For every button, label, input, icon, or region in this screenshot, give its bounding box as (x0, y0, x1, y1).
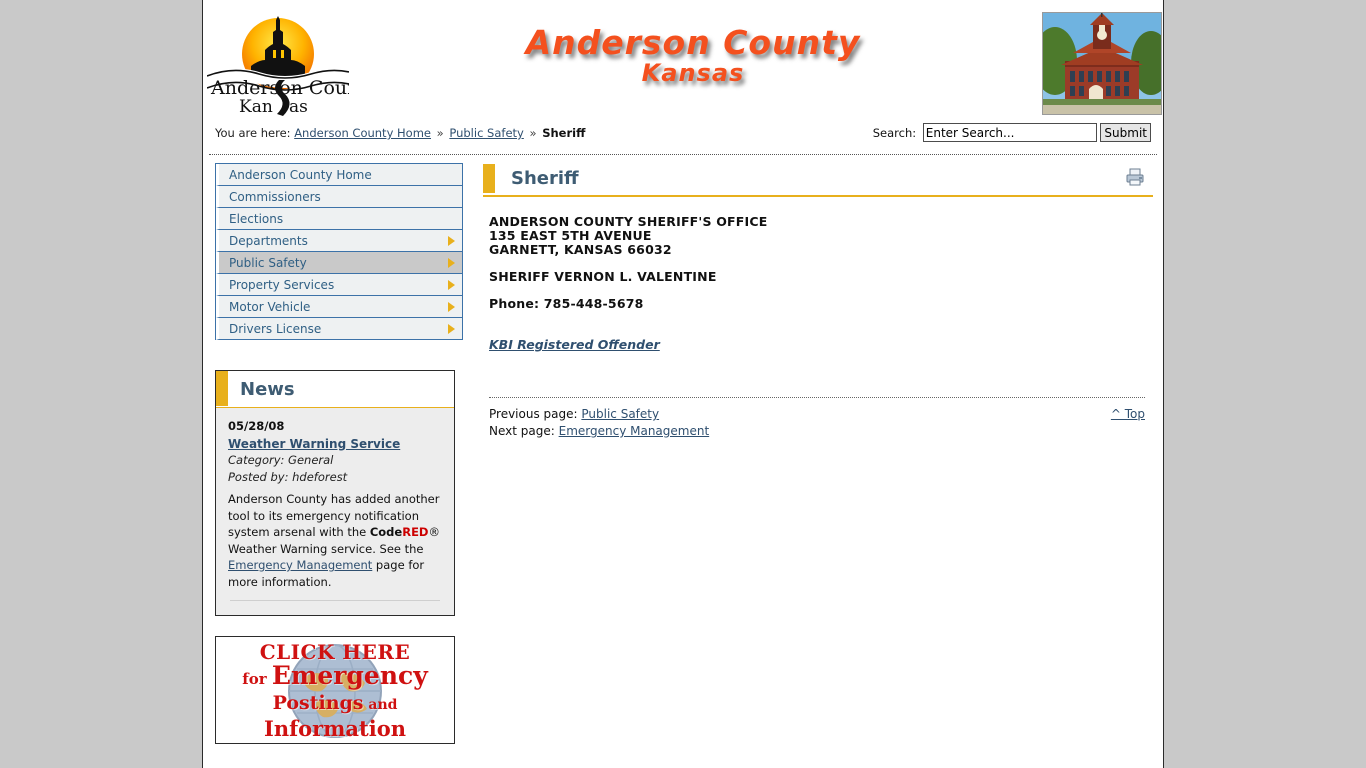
chevron-right-icon (448, 258, 455, 268)
emergency-line-3: Postings and (216, 692, 454, 717)
county-logo[interactable]: Anderson County Kan as (207, 10, 349, 118)
emergency-line-3-suffix: and (363, 697, 398, 713)
emergency-line-4: Information (264, 716, 406, 741)
search-label: Search: (872, 125, 917, 140)
breadcrumb: You are here: Anderson County Home » Pub… (215, 126, 585, 140)
news-headline-link[interactable]: Weather Warning Service (228, 436, 442, 453)
back-to-top-link[interactable]: ^ Top (1111, 406, 1145, 423)
breadcrumb-separator-2: » (529, 126, 537, 140)
news-date: 05/28/08 (228, 419, 285, 433)
page-header: Sheriff (483, 163, 1153, 197)
breadcrumb-item-home[interactable]: Anderson County Home (294, 126, 431, 140)
nav-label: Motor Vehicle (229, 300, 311, 314)
accent-block (216, 371, 228, 406)
news-divider (230, 600, 440, 611)
page-title: Sheriff (511, 168, 579, 189)
emergency-line-2-prefix: for (242, 670, 272, 688)
search-input[interactable] (922, 123, 1097, 142)
office-address: ANDERSON COUNTY SHERIFF'S OFFICE 135 EAS… (489, 215, 1143, 257)
news-panel-title: News (240, 379, 295, 400)
previous-page-label: Previous page: (489, 407, 578, 421)
emergency-line-2-main: Emergency (271, 661, 428, 690)
nav-label: Elections (229, 212, 284, 226)
chevron-right-icon (448, 236, 455, 246)
news-category: Category: General (228, 453, 334, 467)
news-body-text: Anderson County has added another tool t… (228, 491, 442, 590)
content-body: ANDERSON COUNTY SHERIFF'S OFFICE 135 EAS… (483, 197, 1153, 353)
previous-page-row: Previous page: Public Safety (489, 406, 1145, 423)
sidebar-item-drivers-license[interactable]: Drivers License (216, 318, 462, 340)
site-banner: Anderson County Kansas (503, 23, 883, 87)
sidebar-item-public-safety[interactable]: Public Safety (216, 252, 462, 274)
search-submit-button[interactable]: Submit (1100, 123, 1151, 142)
sidebar-item-commissioners[interactable]: Commissioners (216, 186, 462, 208)
sidebar-item-motor-vehicle[interactable]: Motor Vehicle (216, 296, 462, 318)
office-phone: Phone: 785-448-5678 (489, 296, 644, 311)
svg-text:Anderson County: Anderson County (210, 77, 349, 99)
office-name: ANDERSON COUNTY SHERIFF'S OFFICE (489, 214, 768, 229)
banner-line-2: Kansas (641, 59, 745, 87)
nav-label: Drivers License (229, 322, 322, 336)
printer-icon[interactable] (1125, 167, 1145, 187)
breadcrumb-separator-1: » (436, 126, 444, 140)
site-header: Anderson County Kan as Anderson County K… (203, 0, 1163, 120)
office-city: GARNETT, KANSAS 66032 (489, 242, 672, 257)
next-page-label: Next page: (489, 424, 555, 438)
nav-label: Public Safety (229, 256, 307, 270)
emergency-line-3-main: Postings (272, 692, 364, 714)
nav-label: Departments (229, 234, 308, 248)
news-panel-header: News (216, 371, 454, 408)
emergency-line-2: for Emergency (216, 663, 454, 692)
content-divider (489, 397, 1145, 398)
breadcrumb-bar: You are here: Anderson County Home » Pub… (209, 120, 1157, 155)
emergency-line-1: CLICK HERE (259, 640, 411, 664)
news-panel: News 05/28/08 Weather Warning Service Ca… (215, 370, 455, 616)
news-panel-body: 05/28/08 Weather Warning Service Categor… (216, 408, 454, 615)
nav-label: Anderson County Home (229, 168, 372, 182)
main-navigation: Anderson County Home Commissioners Elect… (215, 163, 463, 340)
news-posted-by: Posted by: hdeforest (228, 469, 348, 484)
left-column: Anderson County Home Commissioners Elect… (215, 163, 463, 744)
svg-text:Kan: Kan (239, 97, 273, 117)
codered-code: Code (369, 525, 403, 539)
sidebar-item-departments[interactable]: Departments (216, 230, 462, 252)
sidebar-item-elections[interactable]: Elections (216, 208, 462, 230)
next-page-link[interactable]: Emergency Management (559, 424, 710, 438)
sidebar-item-anderson-county-home[interactable]: Anderson County Home (216, 164, 462, 186)
codered-red: RED (402, 525, 429, 539)
news-inline-link-emergency-management[interactable]: Emergency Management (228, 558, 372, 572)
breadcrumb-prefix: You are here: (215, 126, 291, 140)
main-content: Sheriff ANDERSON COUNTY SHERIFF'S OFFICE… (483, 163, 1153, 440)
emergency-banner-text: CLICK HERE for Emergency Postings and In… (216, 637, 454, 743)
search-area: Search: Submit (873, 123, 1151, 142)
sidebar-item-property-services[interactable]: Property Services (216, 274, 462, 296)
registered-mark: ® (428, 525, 440, 539)
chevron-right-icon (448, 280, 455, 290)
office-street: 135 EAST 5TH AVENUE (489, 228, 652, 243)
sheriff-name: SHERIFF VERNON L. VALENTINE (489, 269, 717, 284)
page-container: Anderson County Kan as Anderson County K… (202, 0, 1164, 768)
svg-text:as: as (289, 97, 308, 117)
emergency-postings-banner[interactable]: CLICK HERE for Emergency Postings and In… (215, 636, 455, 744)
nav-label: Property Services (229, 278, 335, 292)
accent-block (483, 164, 495, 193)
kbi-registered-offender-link[interactable]: KBI Registered Offender (489, 337, 660, 352)
nav-label: Commissioners (229, 190, 321, 204)
breadcrumb-item-public-safety[interactable]: Public Safety (449, 126, 523, 140)
page-navigation: Previous page: Public Safety Next page: … (489, 406, 1145, 440)
banner-line-1: Anderson County (525, 23, 861, 62)
news-body-part-2: Weather Warning service. See the (228, 541, 424, 556)
chevron-right-icon (448, 302, 455, 312)
courthouse-photo (1042, 12, 1162, 115)
previous-page-link[interactable]: Public Safety (581, 407, 659, 421)
next-page-row: Next page: Emergency Management (489, 423, 1145, 440)
chevron-right-icon (448, 324, 455, 334)
breadcrumb-item-current: Sheriff (542, 126, 586, 140)
